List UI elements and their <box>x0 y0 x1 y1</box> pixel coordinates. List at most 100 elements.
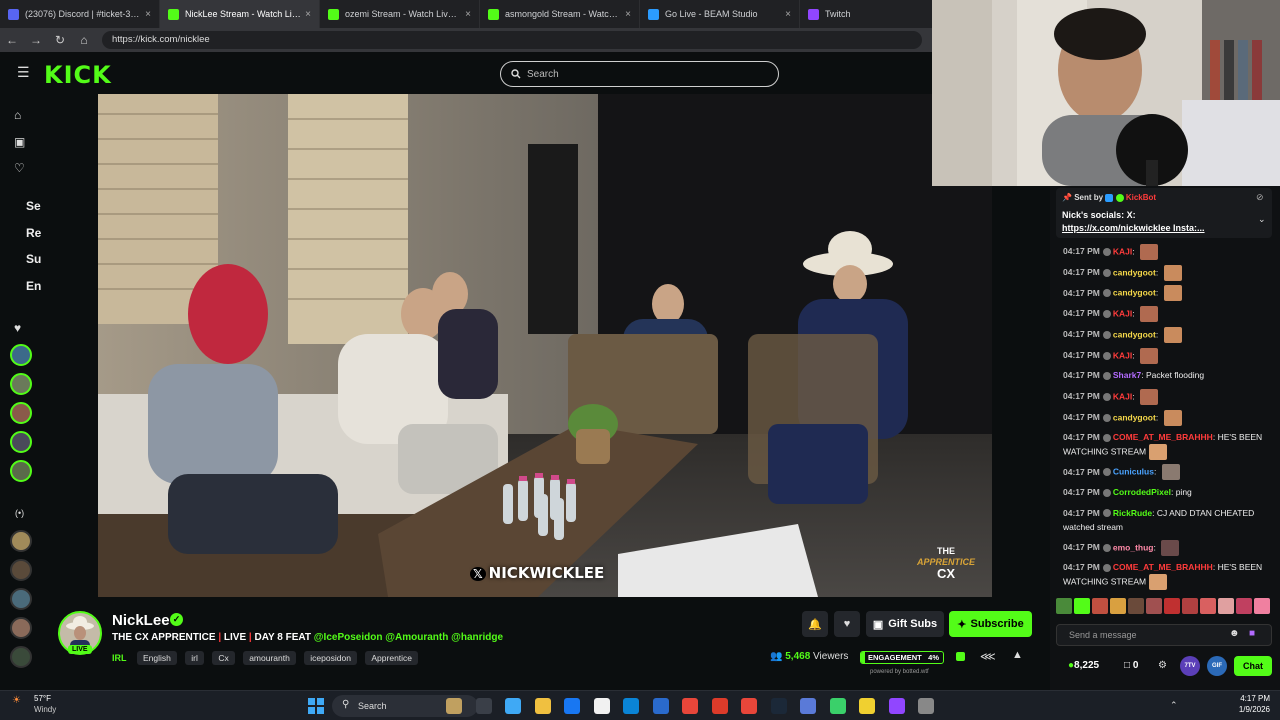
chat-username[interactable]: KAJI <box>1113 350 1132 360</box>
quick-emote[interactable] <box>1254 598 1270 614</box>
calculator-icon[interactable] <box>652 698 669 714</box>
sidebar-item-label[interactable]: Su <box>26 252 41 266</box>
forward-icon[interactable]: → <box>24 33 48 47</box>
video-player[interactable]: 𝕏 NICKWICKLEE THE APPRENTICE CX <box>98 94 992 597</box>
xbox-icon[interactable] <box>829 698 846 714</box>
quick-emote[interactable] <box>1110 598 1126 614</box>
browse-icon[interactable]: ▣ <box>14 135 25 149</box>
browser-tab[interactable]: (23076) Discord | #ticket-3955 | K× <box>0 0 160 28</box>
quick-emote[interactable] <box>1056 598 1072 614</box>
chat-username[interactable]: Cuniculus <box>1113 467 1154 477</box>
recommended-channel-avatar[interactable] <box>10 588 32 610</box>
chat-message[interactable]: 04:17 PM candygoot: <box>1063 264 1273 281</box>
search-input[interactable]: Search <box>500 61 779 87</box>
chat-username[interactable]: Shark7 <box>1113 370 1141 380</box>
kick-emote-icon[interactable]: ■ <box>1249 628 1255 639</box>
subscribe-button[interactable]: ✦ Subscribe <box>949 611 1032 637</box>
emoji-icon[interactable]: ☻ <box>1229 628 1240 639</box>
clock-date[interactable]: 1/9/2026 <box>1226 705 1270 714</box>
quick-emote[interactable] <box>1092 598 1108 614</box>
title-mentions[interactable]: @IcePoseidon @Amouranth @hanridge <box>314 632 503 643</box>
pinned-link[interactable]: https://x.com/nickwicklee Insta:... <box>1062 223 1205 233</box>
youtube-icon[interactable] <box>741 698 757 714</box>
extension-icon[interactable] <box>956 652 965 661</box>
quick-emote[interactable] <box>1182 598 1198 614</box>
chevron-down-icon[interactable]: ⌄ <box>1258 214 1266 225</box>
browser-tab[interactable]: ozemi Stream - Watch Live on × <box>320 0 480 28</box>
chat-username[interactable]: KAJI <box>1113 246 1132 256</box>
tag-chip[interactable]: amouranth <box>243 651 296 665</box>
chat-input[interactable]: Send a message ☻ ■ <box>1056 624 1272 646</box>
following-heart-icon[interactable]: ♡ <box>14 161 25 175</box>
chat-message[interactable]: 04:17 PM candygoot: <box>1063 326 1273 343</box>
chat-message[interactable]: 04:17 PM emo_thug: <box>1063 539 1273 556</box>
followed-channel-avatar[interactable] <box>10 402 32 424</box>
followed-channel-avatar[interactable] <box>10 373 32 395</box>
settings-gear-icon[interactable]: ⚙ <box>1158 660 1167 671</box>
chat-message[interactable]: 04:17 PM COME_AT_ME_BRAHHH: HE'S BEEN WAT… <box>1063 430 1273 461</box>
browser-tab[interactable]: Go Live - BEAM Studio × <box>640 0 800 28</box>
back-icon[interactable]: ← <box>0 33 24 47</box>
chat-username[interactable]: candygoot <box>1113 412 1156 422</box>
chat-username[interactable]: CorrodedPixel <box>1113 487 1171 497</box>
tag-chip[interactable]: English <box>136 651 177 665</box>
url-field[interactable]: https://kick.com/nicklee <box>102 31 922 49</box>
chat-message[interactable]: 04:17 PM KAJI: <box>1063 388 1273 405</box>
close-tab-icon[interactable]: × <box>785 9 791 20</box>
pinned-message[interactable]: 📌 Sent by KickBot ⊘ Nick's socials: X: h… <box>1056 188 1272 238</box>
quick-emote[interactable] <box>1236 598 1252 614</box>
recommended-channel-avatar[interactable] <box>10 559 32 581</box>
clock-time[interactable]: 4:17 PM <box>1230 694 1270 703</box>
tag-chip[interactable]: Apprentice <box>365 651 419 665</box>
file-explorer-icon[interactable] <box>534 698 551 714</box>
browser-tab[interactable]: NickLee Stream - Watch Live o × <box>160 0 320 28</box>
followed-channel-avatar[interactable] <box>10 344 32 366</box>
reload-icon[interactable]: ↻ <box>48 33 72 47</box>
share-icon[interactable]: ⋘ <box>980 650 996 663</box>
sidebar-item-label[interactable]: Se <box>26 199 41 213</box>
chat-message[interactable]: 04:17 PM RickRude: CJ AND DTAN CHEATED wa… <box>1063 506 1273 534</box>
gift-count[interactable]: □ 0 <box>1124 660 1138 671</box>
quick-emote[interactable] <box>1146 598 1162 614</box>
chat-username[interactable]: candygoot <box>1113 288 1156 298</box>
amazon-icon[interactable] <box>593 698 610 714</box>
gift-subs-button[interactable]: ▣ Gift Subs <box>866 611 944 637</box>
recommended-channel-avatar[interactable] <box>10 530 32 552</box>
steam-icon[interactable] <box>770 698 787 714</box>
chat-message[interactable]: 04:17 PM KAJI: <box>1063 347 1273 364</box>
chat-username[interactable]: candygoot <box>1113 329 1156 339</box>
chat-send-button[interactable]: Chat <box>1234 656 1272 676</box>
home-icon[interactable]: ⌂ <box>72 33 96 47</box>
chat-message[interactable]: 04:17 PM CorrodedPixel: ping <box>1063 485 1273 499</box>
home-icon[interactable]: ⌂ <box>14 108 21 122</box>
chat-message[interactable]: 04:17 PM KAJI: <box>1063 306 1273 323</box>
chrome-icon[interactable] <box>682 698 698 714</box>
quick-emote[interactable] <box>1074 598 1090 614</box>
chat-username[interactable]: KAJI <box>1113 308 1132 318</box>
channel-points[interactable]: ●8,225 <box>1068 660 1099 671</box>
menu-icon[interactable]: ☰ <box>17 64 30 81</box>
obs-icon[interactable] <box>888 698 905 714</box>
quick-emote[interactable] <box>1218 598 1234 614</box>
recommended-channel-avatar[interactable] <box>10 646 32 668</box>
follow-button[interactable]: ♥ <box>834 611 860 637</box>
system-tray-chevron-icon[interactable]: ⌃ <box>1170 700 1178 711</box>
tray-app-icon[interactable] <box>918 698 934 714</box>
quick-emote[interactable] <box>1128 598 1144 614</box>
chat-message[interactable]: 04:17 PM candygoot: <box>1063 409 1273 426</box>
notification-bell-button[interactable]: 🔔 <box>802 611 828 637</box>
chat-username[interactable]: KAJI <box>1113 391 1132 401</box>
notes-icon[interactable] <box>859 698 875 714</box>
chat-username[interactable]: COME_AT_ME_BRAHHH <box>1113 432 1213 442</box>
unpin-icon[interactable]: ⊘ <box>1256 192 1264 203</box>
close-tab-icon[interactable]: × <box>305 9 311 20</box>
chat-message[interactable]: 04:17 PM COME_AT_ME_BRAHHH: HE'S BEEN WAT… <box>1063 560 1273 591</box>
chat-message[interactable]: 04:17 PM Cuniculus: <box>1063 464 1273 481</box>
task-view-icon[interactable] <box>475 698 492 714</box>
chat-username[interactable]: emo_thug <box>1113 542 1154 552</box>
quick-emote[interactable] <box>1164 598 1180 614</box>
tag-chip[interactable]: Cx <box>212 651 235 665</box>
facebook-icon[interactable] <box>564 698 580 714</box>
quick-emote[interactable] <box>1200 598 1216 614</box>
kick-logo[interactable]: KICK <box>44 61 112 89</box>
